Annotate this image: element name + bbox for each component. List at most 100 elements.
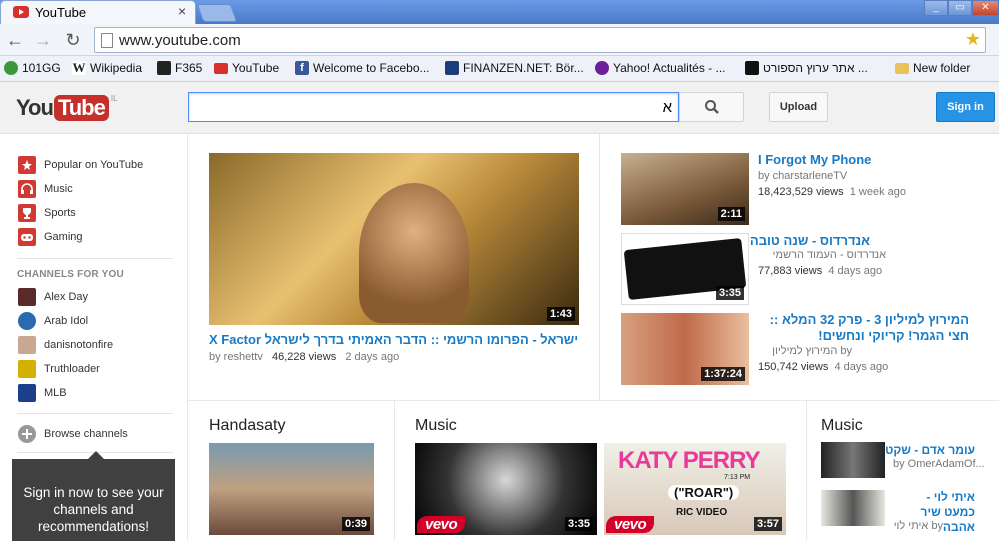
- side-video-thumbnail[interactable]: 3:35: [621, 233, 749, 305]
- sports-icon: [18, 204, 36, 222]
- youtube-favicon-icon: [13, 6, 29, 18]
- youtube-logo[interactable]: You Tube IL: [16, 94, 118, 122]
- featured-video-age: 2 days ago: [345, 351, 400, 363]
- guide-sidebar: Popular on YouTube Music Sports Gaming C…: [0, 134, 188, 541]
- side-video-thumbnail[interactable]: 2:11: [621, 153, 749, 225]
- side-video-thumbnail[interactable]: 1:37:24: [621, 313, 749, 385]
- bookmark-yahoo[interactable]: Yahoo! Actualités - ...: [595, 61, 726, 75]
- reload-icon[interactable]: ↻: [62, 30, 84, 50]
- featured-video-thumbnail[interactable]: 1:43: [209, 153, 579, 325]
- featured-video-title[interactable]: X Factor ישראל - הפרומו הרשמי :: הדבר הא…: [209, 332, 578, 347]
- music-video-thumbnail[interactable]: vevo 3:35: [415, 443, 597, 535]
- channel-avatar: [18, 288, 36, 306]
- video-duration: 1:43: [546, 307, 575, 321]
- music-list-thumbnail[interactable]: [821, 490, 885, 526]
- music-list-channel[interactable]: by OmerAdamOf...: [893, 458, 985, 470]
- facebook-icon: f: [295, 61, 309, 75]
- guide-item-popular[interactable]: Popular on YouTube: [18, 155, 143, 175]
- f365-icon: [157, 61, 171, 75]
- side-video-meta: 18,423,529 views 1 week ago: [758, 186, 907, 198]
- channel-item[interactable]: Truthloader: [18, 359, 100, 379]
- new-tab-button[interactable]: [196, 4, 238, 22]
- section-title-handasaty[interactable]: Handasaty: [209, 417, 286, 435]
- bookmark-facebook[interactable]: f Welcome to Facebo...: [295, 61, 430, 75]
- youtube-masthead: You Tube IL Upload Sign in: [0, 82, 999, 134]
- forward-arrow-icon[interactable]: →: [32, 30, 54, 50]
- address-bar[interactable]: www.youtube.com ★: [94, 27, 986, 53]
- bookmark-star-icon[interactable]: ★: [965, 29, 981, 50]
- side-video-title[interactable]: אנדרדוס - שנה טובה: [750, 233, 870, 248]
- channel-item[interactable]: Arab Idol: [18, 311, 88, 331]
- popular-icon: [18, 156, 36, 174]
- bookmark-finanzen[interactable]: FINANZEN.NET: Bör...: [445, 61, 584, 75]
- folder-icon: [895, 62, 909, 74]
- channel-item[interactable]: MLB: [18, 383, 67, 403]
- channel-item[interactable]: Alex Day: [18, 287, 88, 307]
- channel-avatar: [18, 336, 36, 354]
- bookmark-101gg[interactable]: 101GG: [4, 61, 61, 75]
- address-url[interactable]: www.youtube.com: [119, 32, 241, 49]
- search-icon: [704, 100, 719, 114]
- featured-video-meta: by reshettv 46,228 views 2 days ago: [209, 351, 399, 363]
- back-arrow-icon[interactable]: ←: [4, 30, 26, 50]
- featured-video-channel[interactable]: by reshettv: [209, 351, 263, 363]
- side-video-title[interactable]: I Forgot My Phone: [758, 152, 871, 167]
- side-video-channel[interactable]: אנדרדוס - העמוד הרשמי: [758, 249, 886, 261]
- katy-perry-title: KATY PERRY: [618, 447, 761, 474]
- 101gg-icon: [4, 61, 18, 75]
- bookmark-wikipedia[interactable]: W Wikipedia: [72, 61, 142, 75]
- section-title-music-2[interactable]: Music: [821, 417, 863, 435]
- channel-item[interactable]: danisnotonfire: [18, 335, 113, 355]
- side-video-title[interactable]: המירוץ למיליון 3 - פרק 32 המלא :: חצי הג…: [758, 312, 969, 344]
- thumbnail-time-label: 7:13 PM: [724, 474, 751, 481]
- side-video-channel[interactable]: by charstarleneTV: [758, 170, 847, 182]
- handasaty-video-thumbnail[interactable]: 0:39: [209, 443, 374, 535]
- close-window-button[interactable]: ✕: [972, 0, 999, 16]
- maximize-button[interactable]: ▭: [948, 0, 972, 16]
- gaming-icon: [18, 228, 36, 246]
- featured-video-views: 46,228 views: [271, 351, 337, 363]
- guide-item-music[interactable]: Music: [18, 179, 73, 199]
- browser-tab[interactable]: YouTube ×: [0, 0, 196, 24]
- browser-toolbar: ← → ↻ www.youtube.com ★: [0, 24, 999, 56]
- guide-item-sports[interactable]: Sports: [18, 203, 76, 223]
- bookmark-new-folder[interactable]: New folder: [895, 61, 970, 75]
- bookmark-youtube[interactable]: YouTube: [214, 61, 279, 75]
- search-box[interactable]: [188, 92, 679, 122]
- sidebar-divider: [17, 258, 173, 259]
- browse-channels-link[interactable]: Browse channels: [18, 424, 128, 444]
- bookmark-f365[interactable]: F365: [157, 61, 202, 75]
- side-video-channel[interactable]: by המירוץ למיליון: [758, 345, 852, 357]
- music-list-thumbnail[interactable]: [821, 442, 885, 478]
- music-list-channel[interactable]: by איתי לוי: [893, 520, 943, 532]
- signin-promo[interactable]: Sign in now to see your channels and rec…: [12, 451, 175, 541]
- channel-avatar: [18, 360, 36, 378]
- section-divider: [188, 400, 999, 401]
- tab-close-icon[interactable]: ×: [178, 3, 186, 19]
- upload-button[interactable]: Upload: [769, 92, 828, 122]
- search-button[interactable]: [679, 92, 744, 122]
- sign-in-button[interactable]: Sign in: [936, 92, 995, 122]
- sidebar-divider: [17, 413, 173, 414]
- channels-heading: CHANNELS FOR YOU: [17, 269, 124, 280]
- column-divider: [806, 400, 807, 540]
- section-title-music[interactable]: Music: [415, 417, 457, 435]
- vevo-logo: vevo: [417, 516, 466, 533]
- vevo-logo: vevo: [606, 516, 655, 533]
- wikipedia-icon: W: [72, 60, 86, 75]
- yahoo-icon: [595, 61, 609, 75]
- column-divider: [599, 134, 600, 400]
- music-video-thumbnail[interactable]: KATY PERRY ("ROAR") 7:13 PM RIC VIDEO ve…: [604, 443, 786, 535]
- minimize-button[interactable]: _: [924, 0, 948, 16]
- plus-circle-icon: [18, 425, 36, 443]
- channel-avatar: [18, 312, 36, 330]
- side-video-meta: 77,883 views 4 days ago: [758, 265, 883, 277]
- bookmark-sport5[interactable]: אתר ערוץ הספורט ...: [745, 61, 868, 75]
- search-input[interactable]: [189, 93, 678, 121]
- finanzen-icon: [445, 61, 459, 75]
- ric-video-label: RIC VIDEO: [676, 507, 728, 518]
- guide-item-gaming[interactable]: Gaming: [18, 227, 83, 247]
- youtube-icon: [214, 62, 228, 74]
- music-list-title[interactable]: עומר אדם - שקט: [885, 443, 975, 457]
- roar-title: ("ROAR"): [668, 485, 740, 500]
